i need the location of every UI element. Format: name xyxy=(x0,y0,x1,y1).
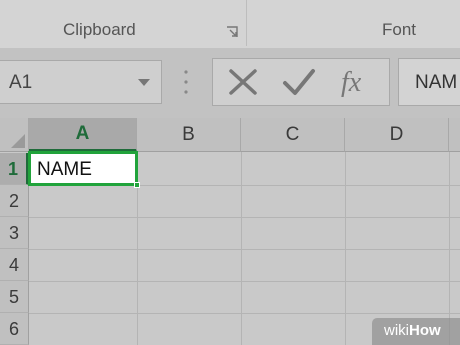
gridline xyxy=(29,281,460,282)
enter-check-icon[interactable] xyxy=(271,59,327,105)
name-box[interactable]: A1 xyxy=(0,60,162,104)
corner-triangle-icon xyxy=(11,134,25,148)
gridline xyxy=(29,313,460,314)
name-box-value: A1 xyxy=(9,72,33,93)
formula-content: NAM xyxy=(415,72,458,93)
row-header-2[interactable]: 2 xyxy=(0,185,29,217)
insert-function-icon[interactable]: fx xyxy=(329,59,385,105)
wikihow-watermark: wikiHow xyxy=(372,318,460,345)
row-header-6[interactable]: 6 xyxy=(0,313,29,345)
formula-input[interactable]: NAM xyxy=(398,58,460,106)
gridline xyxy=(29,249,460,250)
select-all-corner[interactable] xyxy=(0,118,29,152)
row-header-3[interactable]: 3 xyxy=(0,217,29,249)
chevron-down-icon[interactable] xyxy=(138,79,150,86)
cell-a1-value: NAME xyxy=(37,159,92,180)
row-header-1[interactable]: 1 xyxy=(0,153,29,185)
column-header-d[interactable]: D xyxy=(345,118,449,152)
clipboard-group-label: Clipboard xyxy=(63,20,136,39)
fill-handle[interactable] xyxy=(134,182,140,188)
ribbon-separator xyxy=(246,0,247,46)
gridline xyxy=(29,217,460,218)
column-header-c[interactable]: C xyxy=(241,118,345,152)
row-header-4[interactable]: 4 xyxy=(0,249,29,281)
formula-bar-row: A1 fx NAM xyxy=(0,48,460,118)
formula-buttons: fx xyxy=(212,58,390,106)
active-cell-a1[interactable]: NAME xyxy=(28,151,138,186)
vertical-dots-icon[interactable] xyxy=(184,69,188,95)
column-header-b[interactable]: B xyxy=(137,118,241,152)
cancel-x-icon[interactable] xyxy=(215,59,271,105)
fx-label: fx xyxy=(341,67,362,98)
wikihow-logo: wikiHow xyxy=(384,322,441,339)
dialog-launcher-icon[interactable] xyxy=(226,26,238,38)
row-header-5[interactable]: 5 xyxy=(0,281,29,313)
ribbon: Clipboard Font xyxy=(0,0,460,48)
font-group-label: Font xyxy=(382,20,417,39)
column-header-e[interactable] xyxy=(449,118,460,152)
column-header-a[interactable]: A xyxy=(29,118,137,152)
spreadsheet-grid: A B C D 1 2 3 4 5 6 NAME xyxy=(0,118,460,345)
